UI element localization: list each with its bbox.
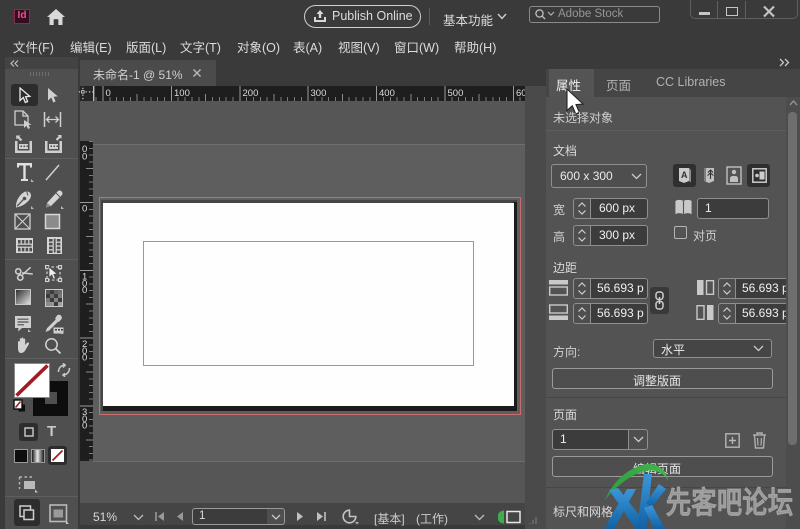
svg-text:100: 100	[174, 88, 190, 99]
svg-text:60: 60	[516, 88, 525, 99]
svg-text:200: 200	[243, 88, 259, 99]
svg-text:A: A	[681, 170, 688, 180]
svg-text:0: 0	[106, 88, 111, 99]
svg-text:0: 0	[82, 421, 87, 432]
svg-text:0: 0	[82, 285, 87, 296]
svg-text:0: 0	[82, 353, 87, 364]
svg-text:0: 0	[82, 204, 87, 215]
svg-text:0: 0	[82, 152, 87, 163]
svg-text:400: 400	[379, 88, 395, 99]
svg-text:300: 300	[311, 88, 327, 99]
svg-text:500: 500	[448, 88, 464, 99]
svg-text:先客吧论坛: 先客吧论坛	[666, 486, 793, 520]
